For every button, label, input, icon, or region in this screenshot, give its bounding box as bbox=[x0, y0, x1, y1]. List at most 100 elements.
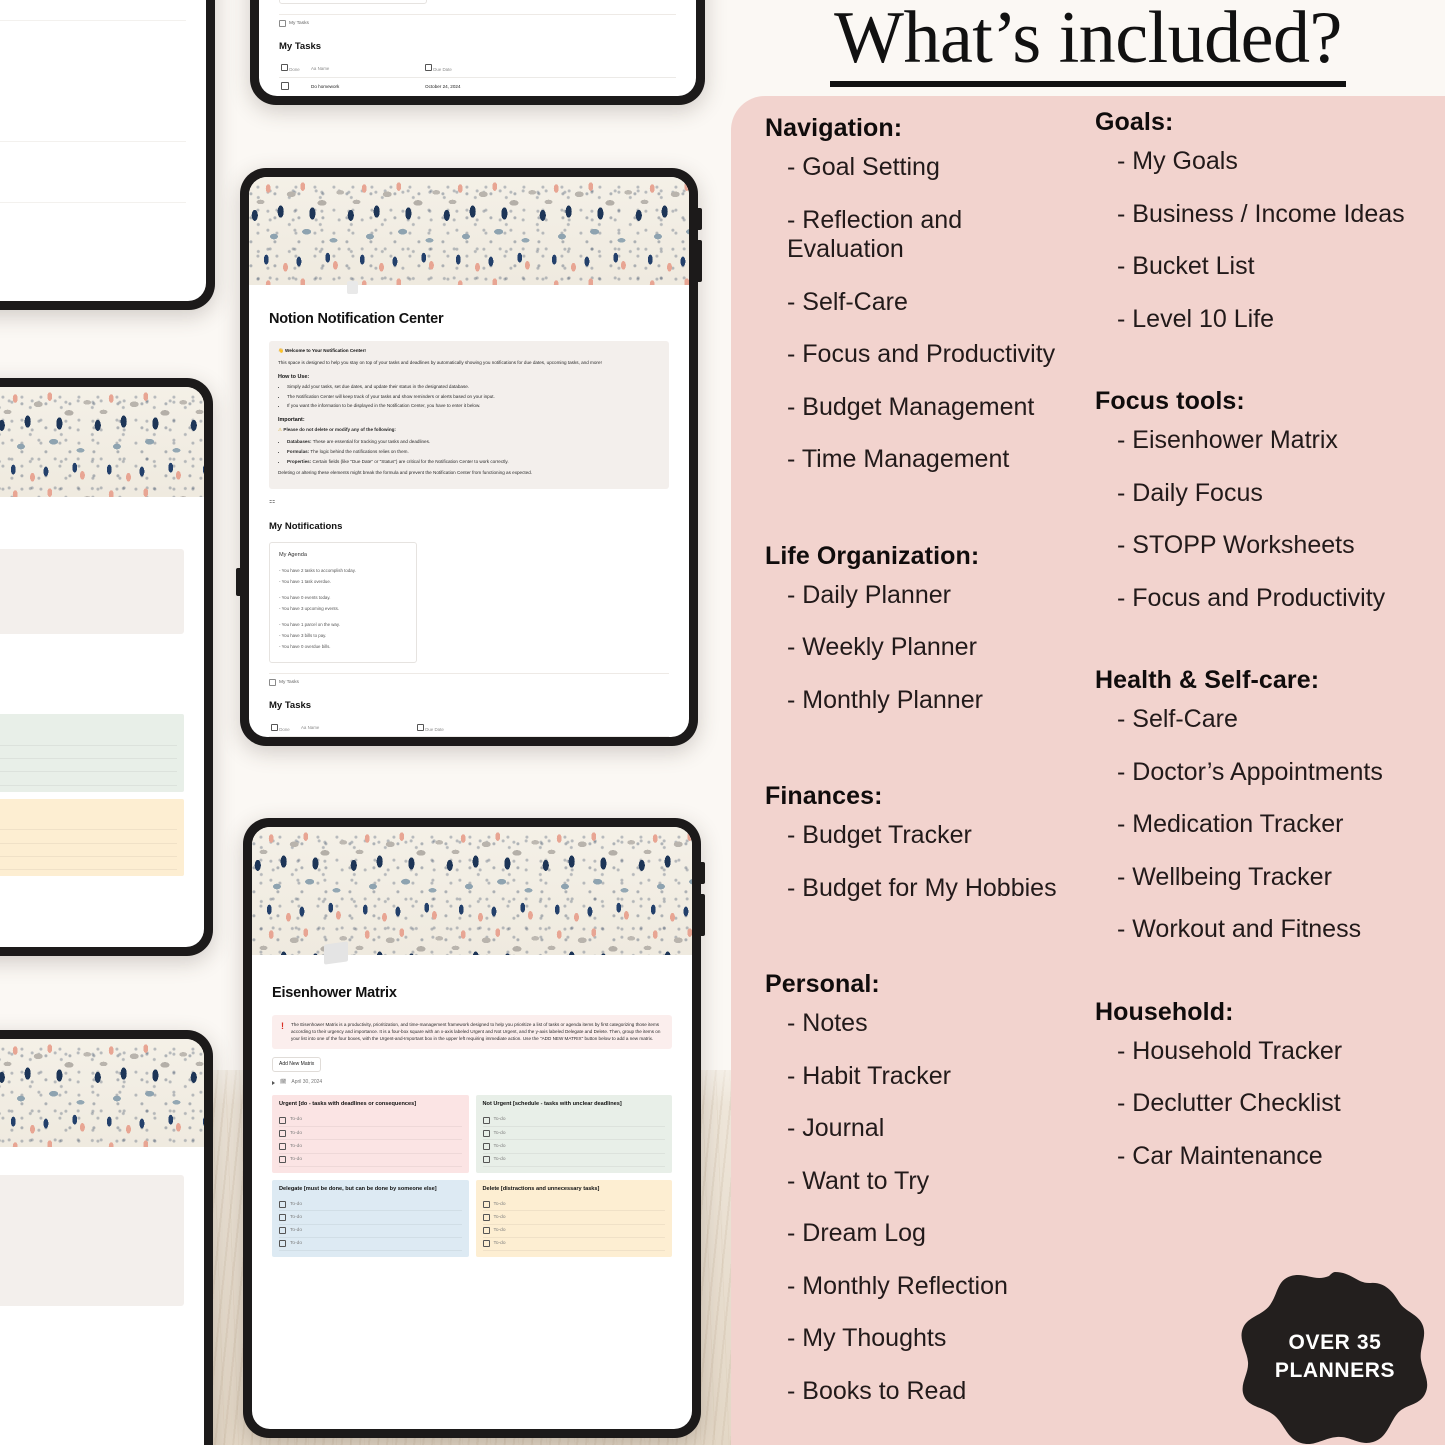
todo-row[interactable]: To-do bbox=[279, 1211, 462, 1225]
list-item[interactable]: - Notes bbox=[765, 1009, 1083, 1039]
list-item[interactable]: - STOPP Worksheets bbox=[1095, 531, 1445, 561]
todo-row[interactable]: To-do bbox=[279, 1225, 462, 1238]
col-name[interactable]: Aa Name bbox=[309, 61, 423, 79]
todo-row[interactable]: To-do bbox=[279, 1140, 462, 1154]
callout-line: …s labeled Delegate and Delete. Then, bbox=[0, 592, 175, 599]
list-item[interactable]: - Daily Focus bbox=[1095, 479, 1445, 509]
floral-cover-image bbox=[249, 177, 689, 294]
list-item[interactable]: - Reflection and Evaluation bbox=[765, 206, 1083, 265]
group-heading: Goals: bbox=[1095, 108, 1174, 136]
list-item[interactable]: - My Goals bbox=[1095, 147, 1445, 177]
list-item[interactable]: - Self-Care bbox=[1095, 705, 1445, 735]
list-item[interactable]: - Focus and Productivity bbox=[1095, 584, 1445, 614]
important-note: Please do not delete or modify any of th… bbox=[283, 427, 396, 433]
list-item[interactable]: - Habit Tracker bbox=[765, 1062, 1083, 1092]
group-heading: Health & Self-care: bbox=[1095, 666, 1320, 694]
list-item[interactable]: - Self-Care bbox=[765, 288, 1083, 318]
list-item[interactable]: - Weekly Planner bbox=[765, 633, 1083, 663]
group-personal: Personal: - Notes - Habit Tracker - Jour… bbox=[765, 970, 1083, 1406]
tablet-button-volume[interactable] bbox=[698, 894, 705, 936]
list-item[interactable]: - Wellbeing Tracker bbox=[1095, 863, 1445, 893]
todo-row[interactable]: To-do bbox=[0, 772, 177, 786]
tablet-button-top[interactable] bbox=[698, 862, 705, 884]
todo-row[interactable]: To-do bbox=[482, 1114, 665, 1128]
list-item[interactable]: - Goal Setting bbox=[765, 153, 1083, 183]
todo-row[interactable]: To-do bbox=[0, 759, 177, 773]
quadrant-delete: Delete [distractions and unnecessary tas… bbox=[0, 798, 184, 876]
col-due[interactable]: Due Date bbox=[423, 61, 676, 79]
list-item[interactable]: - Monthly Planner bbox=[765, 686, 1083, 716]
list-item[interactable]: - Budget Tracker bbox=[765, 821, 1083, 851]
eisenhower-matrix-grid: Urgent [do - tasks with deadlines or con… bbox=[272, 1095, 672, 1258]
todo-row[interactable]: To-do bbox=[0, 830, 177, 844]
list-item[interactable]: - Business / Income Ideas bbox=[1095, 200, 1445, 230]
todo-row[interactable]: To-do bbox=[482, 1211, 665, 1225]
callout-fragment: …deadlines by automatically showing you … bbox=[0, 1175, 184, 1307]
todo-row[interactable]: To-do bbox=[0, 733, 177, 747]
todo-row[interactable]: To-do bbox=[0, 817, 177, 831]
list-item[interactable]: - Monthly Reflection bbox=[765, 1272, 1083, 1302]
list-item[interactable]: - Dream Log bbox=[765, 1219, 1083, 1249]
list-item[interactable]: - Car Maintenance bbox=[1095, 1142, 1445, 1172]
list-item[interactable]: - Time Management bbox=[765, 445, 1083, 475]
tasks-db-tag-label: My Tasks bbox=[289, 21, 309, 26]
tasks-db-tag[interactable]: My Tasks bbox=[279, 14, 676, 28]
todo-row[interactable]: To-do bbox=[482, 1238, 665, 1252]
todo-row[interactable]: To-do bbox=[482, 1127, 665, 1141]
callout-line: …r agenda items by first categorizing th… bbox=[0, 568, 175, 575]
list-item[interactable]: - Declutter Checklist bbox=[1095, 1089, 1445, 1119]
todo-row[interactable]: To-do bbox=[279, 1154, 462, 1167]
tasks-db-tag[interactable]: My Tasks bbox=[269, 673, 669, 687]
list-item[interactable]: - Daily Planner bbox=[765, 581, 1083, 611]
page-icon-placeholder[interactable] bbox=[347, 281, 358, 294]
list-item[interactable]: - Medication Tracker bbox=[1095, 810, 1445, 840]
todo-row[interactable]: To-do bbox=[0, 746, 177, 760]
important-footer: Deleting or altering these elements migh… bbox=[278, 469, 533, 475]
group-goals: Goals: - My Goals - Business / Income Id… bbox=[1095, 108, 1445, 334]
chevron-right-icon[interactable] bbox=[272, 1080, 275, 1085]
todo-row[interactable]: To-do bbox=[0, 857, 177, 870]
list-item[interactable]: - My Thoughts bbox=[765, 1324, 1083, 1354]
page-title: What’s included? bbox=[830, 1, 1346, 87]
calendar-icon: 🗓 bbox=[280, 1078, 287, 1085]
agenda-line: - You have 3 bills to pay. bbox=[279, 633, 327, 639]
quadrant-urgent: Urgent [do - tasks with deadlines or con… bbox=[272, 1095, 469, 1173]
todo-row[interactable]: To-do bbox=[279, 1127, 462, 1141]
list-item[interactable]: - Journal bbox=[765, 1114, 1083, 1144]
col-done[interactable]: Done bbox=[279, 61, 309, 79]
todo-row[interactable]: To-do bbox=[482, 1225, 665, 1238]
notion-page-fragment-b: - You have 0 overdue bills. My Tasks My … bbox=[259, 0, 696, 96]
row-checkbox[interactable] bbox=[279, 77, 309, 96]
tablet-button-top[interactable] bbox=[695, 208, 702, 230]
todo-row[interactable]: To-do bbox=[279, 1114, 462, 1128]
list-item[interactable]: - Workout and Fitness bbox=[1095, 915, 1445, 945]
list-item[interactable]: - Level 10 Life bbox=[1095, 305, 1445, 335]
page-icon-placeholder[interactable] bbox=[324, 941, 348, 965]
list-item[interactable]: - Bucket List bbox=[1095, 252, 1445, 282]
todo-row[interactable]: To-do bbox=[482, 1198, 665, 1212]
table-row[interactable]: Do homework October 24, 2024 bbox=[279, 77, 676, 96]
todo-row[interactable]: To-do bbox=[482, 1154, 665, 1167]
quadrant-heading: Urgent [do - tasks with deadlines or con… bbox=[279, 1101, 417, 1108]
tablet-button-left[interactable] bbox=[236, 568, 243, 596]
list-item[interactable]: - Budget for My Hobbies bbox=[765, 874, 1083, 904]
todo-row[interactable]: To-do bbox=[0, 844, 177, 857]
list-item[interactable]: - Budget Management bbox=[765, 393, 1083, 423]
matrix-toggle-row[interactable]: 🗓 April 30, 2024 bbox=[272, 1079, 672, 1087]
list-item[interactable]: - Books to Read bbox=[765, 1377, 1083, 1407]
todo-row[interactable]: To-do bbox=[482, 1140, 665, 1154]
list-item[interactable]: - Want to Try bbox=[765, 1167, 1083, 1197]
list-item[interactable]: - Household Tracker bbox=[1095, 1037, 1445, 1067]
todo-row[interactable]: To-do bbox=[279, 1238, 462, 1252]
col-due[interactable]: Due Date bbox=[415, 720, 669, 737]
group-health-selfcare: Health & Self-care: - Self-Care - Doctor… bbox=[1095, 666, 1445, 945]
list-item[interactable]: - Focus and Productivity bbox=[765, 340, 1083, 370]
tablet-button-volume[interactable] bbox=[695, 240, 702, 282]
add-new-matrix-button[interactable]: Add New Matrix bbox=[272, 1057, 322, 1072]
list-item[interactable]: - Eisenhower Matrix bbox=[1095, 426, 1445, 456]
col-done[interactable]: Done bbox=[269, 720, 299, 737]
agenda-title: My Agenda bbox=[279, 551, 307, 558]
todo-row[interactable]: To-do bbox=[279, 1198, 462, 1212]
col-name[interactable]: Aa Name bbox=[299, 720, 415, 737]
list-item[interactable]: - Doctor’s Appointments bbox=[1095, 758, 1445, 788]
